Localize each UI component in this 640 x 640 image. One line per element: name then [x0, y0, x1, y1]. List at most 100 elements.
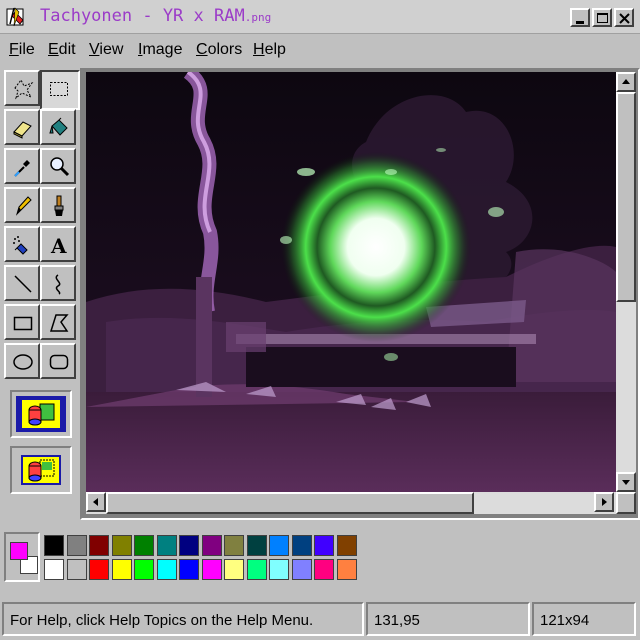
eyedropper-icon — [14, 160, 30, 177]
airbrush-tool[interactable] — [4, 226, 40, 262]
magnifier-tool[interactable] — [40, 148, 76, 184]
palette-swatch[interactable] — [224, 535, 244, 556]
menu-edit-mnemonic: E — [48, 41, 59, 58]
pick-color-tool[interactable] — [4, 148, 40, 184]
drawing-canvas[interactable] — [86, 72, 616, 492]
palette-swatch[interactable] — [246, 559, 267, 580]
airbrush-icon — [13, 236, 28, 255]
window-title-text: Tachyonen - YR x RAM — [40, 6, 245, 26]
palette-swatch[interactable] — [224, 559, 244, 580]
palette-swatch[interactable] — [246, 535, 267, 556]
palette-swatch[interactable] — [179, 535, 199, 556]
horizontal-scrollbar[interactable] — [86, 492, 616, 514]
text-tool[interactable]: A — [40, 226, 76, 262]
menu-help[interactable]: Help — [253, 41, 286, 59]
menu-edit[interactable]: Edit — [48, 41, 76, 59]
palette-swatch[interactable] — [134, 535, 154, 556]
menu-help-mnemonic: H — [253, 41, 265, 58]
palette-swatch[interactable] — [111, 559, 132, 580]
svg-text:A: A — [50, 234, 67, 256]
palette-swatch[interactable] — [291, 559, 312, 580]
palette-swatch[interactable] — [291, 535, 312, 556]
opaque-option[interactable] — [16, 396, 66, 432]
shapes-transparent-icon — [21, 455, 61, 485]
palette-swatch[interactable] — [201, 559, 222, 580]
free-form-select-tool[interactable] — [4, 70, 40, 106]
title-bar[interactable]: Tachyonen - YR x RAM.png — [0, 0, 640, 34]
palette-swatch[interactable] — [66, 535, 87, 556]
fill-with-color-tool[interactable] — [40, 109, 76, 145]
scroll-right-button[interactable] — [594, 492, 614, 512]
transparent-option[interactable] — [16, 452, 66, 488]
palette-swatch[interactable] — [314, 535, 334, 556]
current-colors — [4, 532, 40, 582]
rectangle-icon — [13, 316, 33, 331]
scroll-down-button[interactable] — [616, 472, 636, 492]
palette-swatch[interactable] — [134, 559, 154, 580]
minimize-button[interactable] — [570, 8, 590, 27]
arrow-left-icon — [93, 498, 98, 506]
palette-swatch[interactable] — [89, 535, 109, 556]
brush-tool[interactable] — [40, 187, 76, 223]
ellipse-icon — [13, 354, 33, 370]
pencil-tool[interactable] — [4, 187, 40, 223]
scroll-left-button[interactable] — [86, 492, 106, 512]
polygon-icon — [49, 314, 69, 332]
palette-swatch[interactable] — [336, 559, 357, 580]
menu-image[interactable]: Image — [138, 41, 182, 59]
eraser-icon — [13, 121, 32, 139]
palette-swatch[interactable] — [111, 535, 132, 556]
rounded-rectangle-tool[interactable] — [40, 343, 76, 379]
vertical-scroll-thumb[interactable] — [616, 92, 636, 302]
eraser-tool[interactable] — [4, 109, 40, 145]
horizontal-scroll-thumb[interactable] — [106, 492, 474, 514]
menu-view[interactable]: View — [89, 41, 123, 59]
close-icon — [619, 13, 630, 24]
rounded-rectangle-icon — [49, 354, 69, 370]
rectangle-select-tool[interactable] — [40, 70, 80, 110]
menu-view-label: iew — [99, 41, 124, 58]
palette-swatch[interactable] — [179, 559, 199, 580]
palette-swatch[interactable] — [156, 559, 177, 580]
palette-swatch[interactable] — [269, 559, 289, 580]
vertical-scrollbar[interactable] — [616, 72, 636, 492]
palette-swatch[interactable] — [44, 559, 64, 580]
menu-file-mnemonic: F — [9, 41, 19, 58]
palette-swatch[interactable] — [156, 535, 177, 556]
text-icon: A — [50, 234, 67, 256]
line-tool[interactable] — [4, 265, 40, 301]
status-help-text: For Help, click Help Topics on the Help … — [2, 602, 364, 636]
palette-swatch[interactable] — [44, 535, 64, 556]
palette-swatch[interactable] — [66, 559, 87, 580]
ellipse-tool[interactable] — [4, 343, 40, 379]
rectangle-tool[interactable] — [4, 304, 40, 340]
rectangle-select-icon — [50, 82, 68, 96]
arrow-right-icon — [602, 498, 607, 506]
pencil-icon — [15, 196, 32, 216]
arrow-down-icon — [622, 480, 630, 485]
curve-tool[interactable] — [40, 265, 76, 301]
palette-swatch[interactable] — [269, 535, 289, 556]
maximize-button[interactable] — [592, 8, 612, 27]
palette-swatch[interactable] — [314, 559, 334, 580]
paint-app-icon — [6, 7, 24, 27]
brush-icon — [54, 195, 64, 216]
scroll-up-button[interactable] — [616, 72, 636, 92]
polygon-tool[interactable] — [40, 304, 76, 340]
menu-bar: File Edit View Image Colors Help — [0, 34, 640, 66]
palette-swatch[interactable] — [89, 559, 109, 580]
foreground-color-swatch[interactable] — [10, 542, 28, 560]
window-title-extension: .png — [244, 11, 272, 24]
window-title: Tachyonen - YR x RAM.png — [40, 6, 271, 26]
arrow-up-icon — [622, 79, 630, 84]
palette-swatch[interactable] — [336, 535, 357, 556]
menu-file[interactable]: File — [9, 41, 35, 59]
magnifier-icon — [50, 157, 70, 177]
close-button[interactable] — [614, 8, 634, 27]
scroll-corner — [616, 492, 636, 514]
menu-help-label: elp — [264, 41, 286, 58]
free-form-select-icon — [14, 79, 34, 100]
palette-swatch[interactable] — [201, 535, 222, 556]
menu-colors[interactable]: Colors — [196, 41, 242, 59]
shapes-opaque-icon — [22, 400, 60, 428]
